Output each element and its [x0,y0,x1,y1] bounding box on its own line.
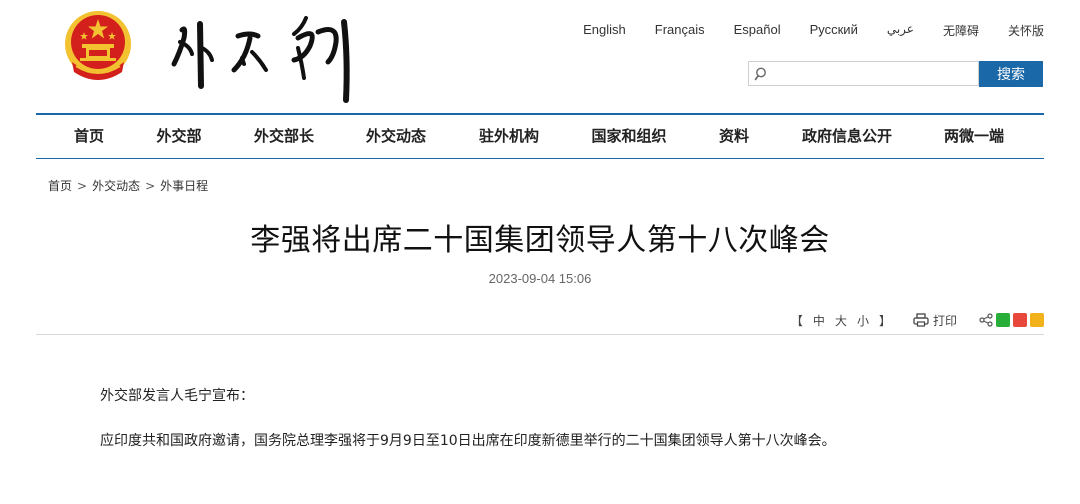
nav-item-social-media[interactable]: 两微一端 [944,115,1004,158]
article-tools: 【 中 大 小 】 打印 [791,311,1044,329]
share-icon[interactable] [979,313,993,327]
bracket-close: 】 [878,313,891,328]
national-emblem-logo[interactable] [62,10,134,84]
calligraphy-logo [171,16,350,103]
lang-arabic-link[interactable]: عربي [887,22,914,39]
nav-item-resources[interactable]: 资料 [719,115,749,158]
print-label: 打印 [932,313,957,328]
share-bar [979,313,1044,327]
nav-item-home[interactable]: 首页 [74,115,104,158]
wechat-icon[interactable] [996,313,1010,327]
article-paragraph: 外交部发言人毛宁宣布： [100,388,254,404]
lang-russian-link[interactable]: Русский [810,22,858,39]
nav-item-gov-info-disclosure[interactable]: 政府信息公开 [802,115,892,158]
main-nav: 首页 外交部 外交部长 外交动态 驻外机构 国家和组织 资料 政府信息公开 两微… [36,113,1044,159]
font-size-large-button[interactable]: 中 [813,312,825,329]
nav-item-ministry[interactable]: 外交部 [156,115,201,158]
breadcrumb-schedule[interactable]: 外事日程 [160,179,208,193]
weibo-icon[interactable] [1013,313,1027,327]
breadcrumb-separator: > [77,179,88,193]
nav-item-countries-organizations[interactable]: 国家和组织 [591,115,666,158]
font-size-small-button[interactable]: 小 [857,312,869,329]
search-box [748,61,979,86]
qzone-icon[interactable] [1030,313,1044,327]
search-button[interactable]: 搜索 [979,61,1043,87]
publish-date: 2023-09-04 15:06 [488,271,592,286]
lang-english-link[interactable]: English [583,22,626,39]
breadcrumb-diplomatic-news[interactable]: 外交动态 [92,179,140,193]
lang-french-link[interactable]: Français [655,22,705,39]
lang-spanish-link[interactable]: Español [734,22,781,39]
font-size-selector: 【 中 大 小 】 [791,312,891,329]
nav-item-minister[interactable]: 外交部长 [254,115,314,158]
nav-item-missions-abroad[interactable]: 驻外机构 [479,115,539,158]
font-size-medium-button[interactable]: 大 [835,312,847,329]
care-version-link[interactable]: 关怀版 [1008,22,1044,39]
article-title: 李强将出席二十国集团领导人第十八次峰会 [250,223,830,258]
search-input[interactable] [773,63,973,84]
breadcrumb-separator: > [145,179,156,193]
breadcrumb: 首页 > 外交动态 > 外事日程 [48,177,208,194]
language-bar: English Français Español Русский عربي 无障… [554,22,1044,39]
nav-item-diplomatic-news[interactable]: 外交动态 [366,115,426,158]
printer-icon [913,313,929,327]
bracket-open: 【 [790,313,803,328]
article-paragraph: 应印度共和国政府邀请，国务院总理李强将于9月9日至10日出席在印度新德里举行的二… [100,433,836,449]
search-icon [754,67,766,81]
accessibility-link[interactable]: 无障碍 [943,22,979,39]
article-divider [36,334,1044,335]
print-button[interactable]: 打印 [913,312,957,329]
breadcrumb-home[interactable]: 首页 [48,179,72,193]
